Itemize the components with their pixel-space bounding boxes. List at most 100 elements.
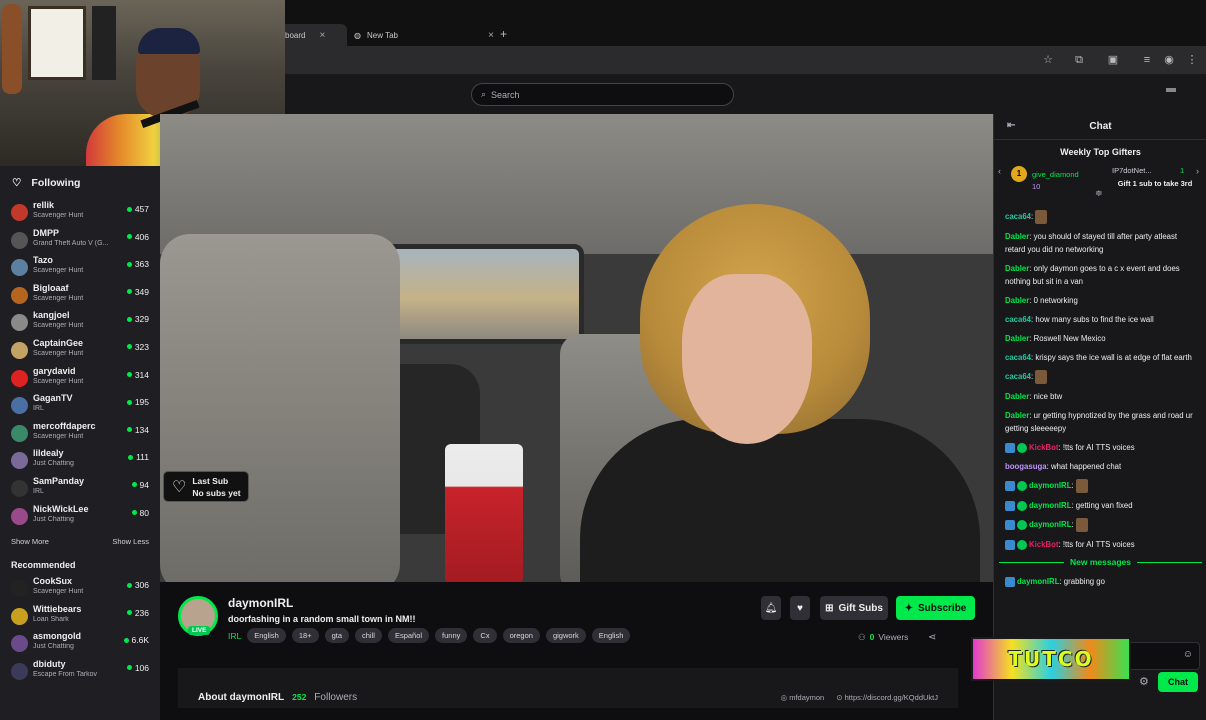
sidebar-channel[interactable]: dbiduty Escape From Tarkov 106 bbox=[0, 657, 160, 685]
stream-tag[interactable]: English bbox=[591, 628, 631, 643]
viewer-number: 134 bbox=[134, 424, 149, 435]
stream-tag[interactable]: Cx bbox=[473, 628, 497, 643]
channel-avatar bbox=[11, 341, 28, 359]
chevron-left-icon[interactable]: ‹ bbox=[998, 166, 1001, 176]
share-icon[interactable]: ⋖ bbox=[928, 632, 936, 643]
show-more-button[interactable]: Show More bbox=[11, 537, 49, 546]
chat-username[interactable]: Dabler bbox=[1005, 264, 1029, 273]
new-messages-divider[interactable]: New messages bbox=[999, 557, 1202, 567]
chat-username[interactable]: daymonIRL bbox=[1029, 481, 1071, 490]
gift-subs-button[interactable]: ⊞ Gift Subs bbox=[820, 596, 888, 620]
live-dot-icon bbox=[131, 510, 137, 516]
live-dot-icon bbox=[126, 582, 132, 588]
chat-username[interactable]: daymonIRL bbox=[1029, 520, 1071, 529]
sidebar-channel[interactable]: mercoffdaperc Scavenger Hunt 134 bbox=[0, 419, 160, 447]
new-tab-button[interactable]: + bbox=[500, 27, 507, 41]
live-dot-icon bbox=[126, 261, 132, 267]
stream-tag[interactable]: 18+ bbox=[291, 628, 319, 643]
sidebar-channel[interactable]: CaptainGee Scavenger Hunt 323 bbox=[0, 336, 160, 364]
sidebar-channel[interactable]: rellik Scavenger Hunt 457 bbox=[0, 198, 160, 226]
discord-link[interactable]: ⊙ https://discord.gg/KQddUktJ bbox=[836, 693, 938, 702]
twitter-link[interactable]: ◎ mfdaymon bbox=[781, 693, 825, 702]
stream-tag[interactable]: Español bbox=[387, 628, 430, 643]
channel-game: Scavenger Hunt bbox=[33, 212, 84, 219]
sidebar-channel[interactable]: garydavid Scavenger Hunt 314 bbox=[0, 364, 160, 392]
live-dot-icon bbox=[126, 289, 132, 295]
sidebar-channel[interactable]: SamPanday IRL 94 bbox=[0, 474, 160, 502]
profile-icon[interactable]: ◉ bbox=[1162, 53, 1176, 67]
browser-tab[interactable]: board × bbox=[275, 24, 347, 46]
chat-username[interactable]: Dabler bbox=[1005, 296, 1029, 305]
chat-username[interactable]: daymonIRL bbox=[1017, 577, 1059, 586]
gifter-2-name[interactable]: IP7dotNet... bbox=[1112, 166, 1152, 175]
stream-tag[interactable]: gigwork bbox=[545, 628, 586, 643]
chat-settings-icon[interactable]: ⚙ bbox=[1139, 675, 1149, 688]
search-input[interactable]: ⌕ Search bbox=[471, 83, 734, 106]
media-icon[interactable]: ≡ bbox=[1140, 53, 1154, 67]
stream-info: LIVE daymonIRL doorfashing in a random s… bbox=[160, 582, 993, 720]
chat-username[interactable]: caca64 bbox=[1005, 353, 1031, 362]
chat-username[interactable]: Dabler bbox=[1005, 392, 1029, 401]
chat-username[interactable]: Dabler bbox=[1005, 232, 1029, 241]
live-dot-icon bbox=[131, 482, 137, 488]
chat-username[interactable]: Dabler bbox=[1005, 334, 1029, 343]
chat-username[interactable]: Dabler bbox=[1005, 411, 1029, 420]
collapse-chat-icon[interactable]: ⇤ bbox=[1007, 120, 1015, 131]
chat-username[interactable]: KickBot bbox=[1029, 443, 1058, 452]
video-player[interactable] bbox=[160, 114, 993, 582]
follow-button[interactable]: ♥ bbox=[790, 596, 810, 620]
menu-kebab-icon[interactable]: ⋮ bbox=[1185, 53, 1199, 67]
sidebar-channel[interactable]: Tazo Scavenger Hunt 363 bbox=[0, 253, 160, 281]
sidebar-channel[interactable]: asmongold Just Chatting 6.6K bbox=[0, 629, 160, 657]
gifter-1[interactable]: 1 bbox=[1011, 166, 1027, 182]
chat-username[interactable]: caca64 bbox=[1005, 315, 1031, 324]
following-header[interactable]: ♡ Following bbox=[0, 166, 160, 198]
bookmark-star-icon[interactable]: ☆ bbox=[1041, 53, 1055, 67]
browser-tab[interactable]: ◍ New Tab × bbox=[354, 24, 494, 46]
sidepanel-icon[interactable]: ▣ bbox=[1106, 53, 1120, 67]
live-dot-icon bbox=[126, 344, 132, 350]
sidebar-channel[interactable]: GaganTV IRL 195 bbox=[0, 391, 160, 419]
channel-avatar bbox=[11, 286, 28, 304]
viewer-number: 236 bbox=[134, 607, 149, 618]
sidebar-channel[interactable]: Bigloaaf Scavenger Hunt 349 bbox=[0, 281, 160, 309]
chat-username[interactable]: KickBot bbox=[1029, 540, 1058, 549]
chat-username[interactable]: caca64 bbox=[1005, 212, 1031, 221]
chat-username[interactable]: caca64 bbox=[1005, 372, 1031, 381]
viewer-number: 94 bbox=[139, 479, 149, 490]
sidebar-channel[interactable]: NickWickLee Just Chatting 80 bbox=[0, 502, 160, 530]
close-tab-icon[interactable]: × bbox=[319, 30, 325, 41]
chevron-right-icon[interactable]: › bbox=[1196, 166, 1199, 176]
extensions-icon[interactable]: ⧉ bbox=[1072, 53, 1086, 67]
followers-count: 252 bbox=[292, 692, 307, 702]
sidebar-channel[interactable]: CookSux Scavenger Hunt 306 bbox=[0, 574, 160, 602]
stream-tag[interactable]: funny bbox=[435, 628, 468, 643]
stream-tag[interactable]: chill bbox=[355, 628, 382, 643]
subscribe-button[interactable]: ✦ Subscribe bbox=[896, 596, 975, 620]
sidebar-channel[interactable]: DMPP Grand Theft Auto V (G... 406 bbox=[0, 226, 160, 254]
star-icon: ✦ bbox=[904, 602, 914, 614]
channel-game: Scavenger Hunt bbox=[33, 432, 84, 440]
channel-name[interactable]: daymonIRL bbox=[228, 596, 293, 610]
emote-picker-icon[interactable]: ☺ bbox=[1183, 649, 1193, 660]
cooler bbox=[445, 444, 523, 582]
stream-tag[interactable]: gta bbox=[324, 628, 350, 643]
category-link[interactable]: IRL bbox=[228, 631, 241, 641]
stream-tag[interactable]: English bbox=[247, 628, 286, 643]
chat-send-button[interactable]: Chat bbox=[1158, 672, 1198, 692]
chat-input[interactable]: TUTCO ☺ bbox=[971, 637, 1200, 681]
notification-bell-button[interactable]: 🔔︎ bbox=[761, 596, 781, 620]
stream-tag[interactable]: oregon bbox=[502, 628, 540, 643]
show-less-button[interactable]: Show Less bbox=[112, 537, 149, 546]
chat-username[interactable]: boogasuga bbox=[1005, 462, 1047, 471]
sidebar-channel[interactable]: lildealy Just Chatting 111 bbox=[0, 446, 160, 474]
sidebar-channel[interactable]: kangjoel Scavenger Hunt 329 bbox=[0, 308, 160, 336]
chat-message: Dabler: only daymon goes to a c x event … bbox=[1005, 264, 1180, 286]
verified-badge-icon bbox=[1017, 500, 1027, 511]
sidebar-channel[interactable]: Wittiebears Loan Shark 236 bbox=[0, 602, 160, 630]
close-tab-icon[interactable]: × bbox=[488, 30, 494, 41]
expand-icon[interactable]: ≑ bbox=[1095, 188, 1103, 199]
chat-username[interactable]: daymonIRL bbox=[1029, 501, 1071, 510]
notification-icon[interactable] bbox=[1166, 88, 1176, 92]
live-dot-icon bbox=[126, 316, 132, 322]
